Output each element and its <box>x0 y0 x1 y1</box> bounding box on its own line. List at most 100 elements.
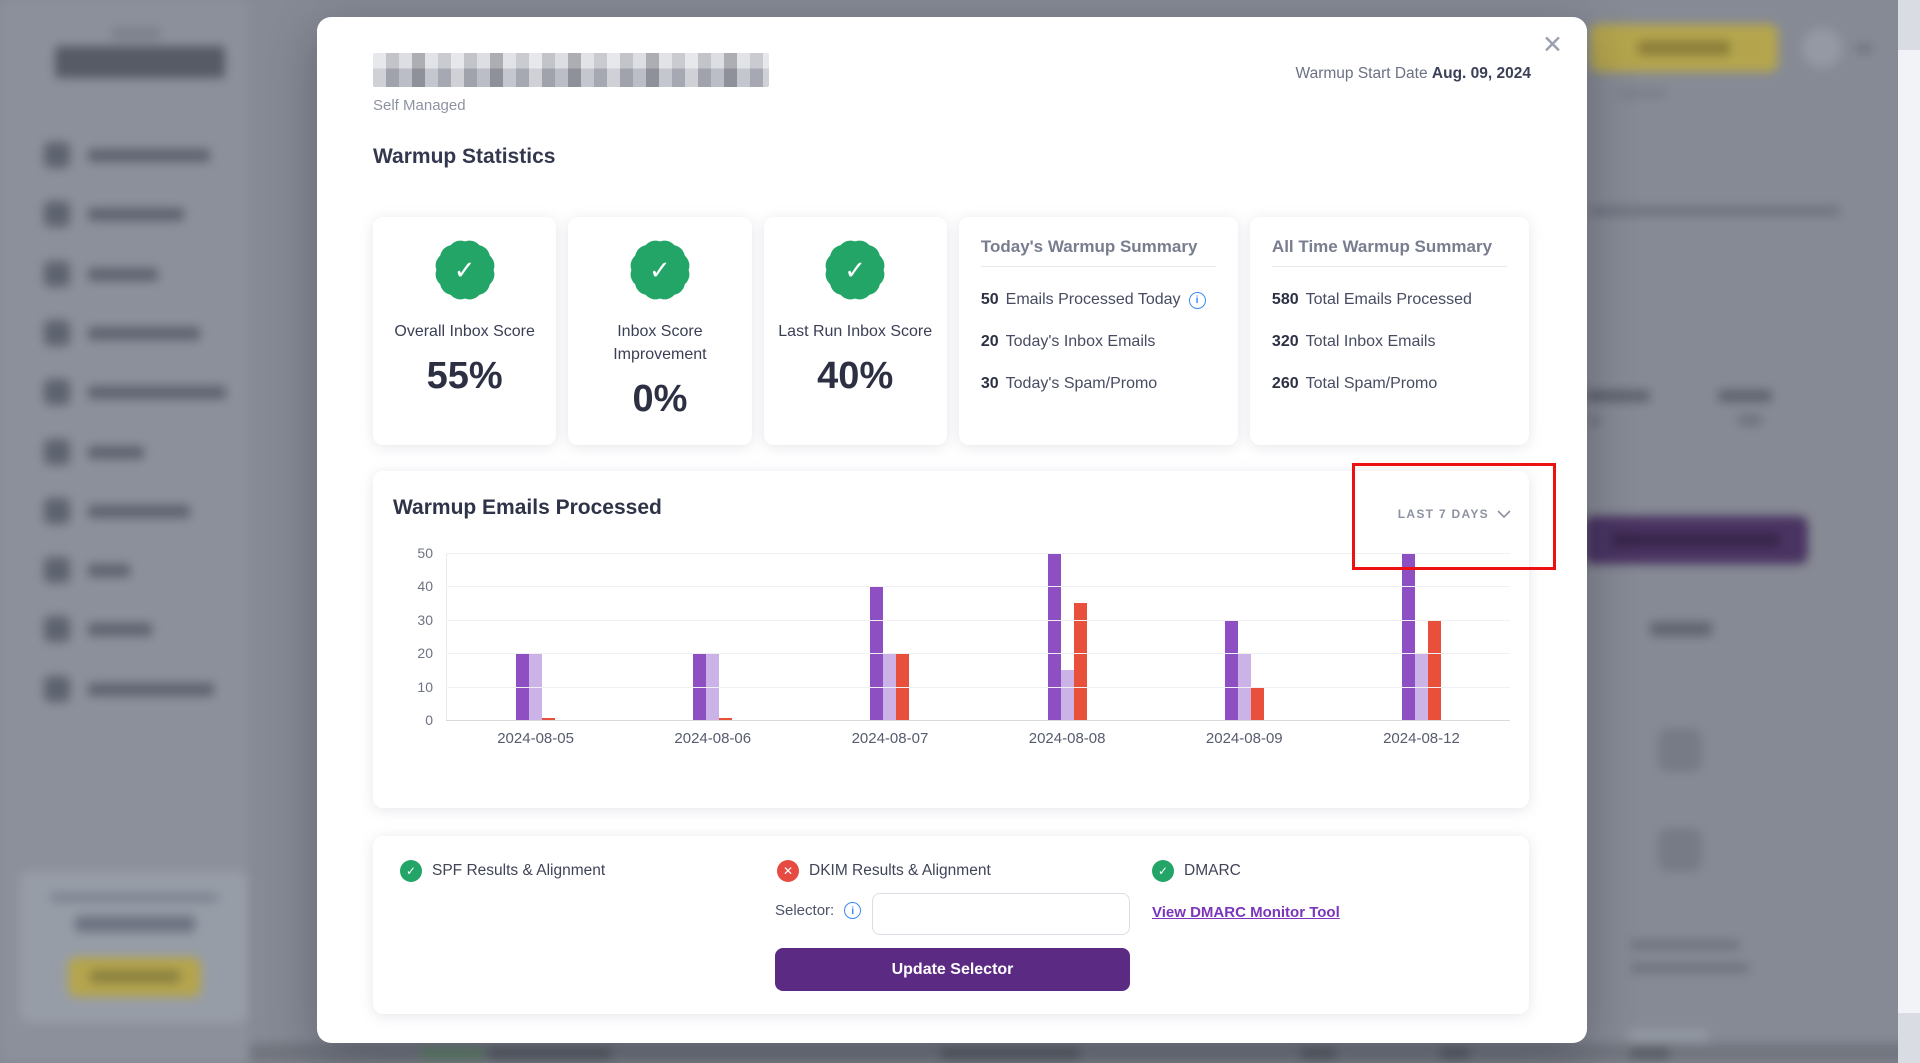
view-dmarc-monitor-tool-link[interactable]: View DMARC Monitor Tool <box>1152 904 1340 921</box>
sidebar-item-censored[interactable] <box>0 320 250 350</box>
info-icon[interactable]: i <box>844 902 861 919</box>
bar-group <box>447 553 624 720</box>
dkim-label: DKIM Results & Alignment <box>809 862 991 880</box>
score-card-overall: ✓ Overall Inbox Score 55% <box>373 217 556 445</box>
bar <box>1061 670 1074 720</box>
x-axis-labels: 2024-08-052024-08-062024-08-072024-08-08… <box>447 730 1510 747</box>
background-cell-censored <box>940 1048 1080 1059</box>
summary-value: 320 <box>1272 333 1299 351</box>
y-axis-tick: 0 <box>401 712 433 728</box>
plan-card-button-censored[interactable] <box>68 957 201 997</box>
summary-value: 260 <box>1272 375 1299 393</box>
email-auth-card: ✓ SPF Results & Alignment ✕ DKIM Results… <box>373 836 1529 1014</box>
y-axis-tick: 30 <box>401 612 433 628</box>
summary-item: 30 Today's Spam/Promo <box>981 375 1216 393</box>
sidebar-item-icon-censored <box>44 557 70 583</box>
verified-badge-icon: ✓ <box>827 242 883 298</box>
bar <box>1048 553 1061 720</box>
bar-group <box>1156 553 1333 720</box>
chart-title: Warmup Emails Processed <box>393 496 662 520</box>
bar-group <box>801 553 978 720</box>
score-label: Last Run Inbox Score <box>778 320 933 343</box>
dmarc-result: ✓ DMARC <box>1152 860 1241 882</box>
x-axis-label: 2024-08-12 <box>1333 730 1510 747</box>
info-icon[interactable]: i <box>1189 292 1206 309</box>
score-label: Inbox Score Improvement <box>582 320 737 366</box>
x-axis-label: 2024-08-09 <box>1156 730 1333 747</box>
topbar-text-censored <box>1617 88 1667 99</box>
sidebar-item-censored[interactable] <box>0 261 250 291</box>
sidebar-item-label-censored <box>88 386 226 399</box>
sidebar-item-label-censored <box>88 268 158 281</box>
background-column-header-censored <box>1586 390 1650 402</box>
verified-badge-icon: ✓ <box>632 242 688 298</box>
summary-label: Total Spam/Promo <box>1306 375 1438 393</box>
bar <box>1428 620 1441 720</box>
plan-card-text-censored <box>50 893 218 902</box>
avatar[interactable] <box>1802 28 1842 68</box>
summary-label: Emails Processed Today <box>1006 291 1181 309</box>
summary-item: 320 Total Inbox Emails <box>1272 333 1507 351</box>
summary-label: Today's Inbox Emails <box>1006 333 1156 351</box>
summary-value: 580 <box>1272 291 1299 309</box>
gridline <box>446 653 1510 654</box>
update-selector-button[interactable]: Update Selector <box>775 948 1130 991</box>
chevron-down-icon[interactable] <box>1856 44 1872 53</box>
summary-label: Total Inbox Emails <box>1306 333 1436 351</box>
warmup-statistics-modal: ✕ Self Managed Warmup Start Date Aug. 09… <box>317 17 1587 1043</box>
bar-groups <box>447 553 1510 720</box>
background-cell-censored <box>1300 1048 1336 1059</box>
close-icon[interactable]: ✕ <box>1542 33 1563 58</box>
x-axis-label: 2024-08-05 <box>447 730 624 747</box>
y-axis-tick: 40 <box>401 578 433 594</box>
sidebar-item-censored[interactable] <box>0 498 250 528</box>
warmup-account-button-censored[interactable] <box>1584 516 1808 564</box>
sidebar-item-icon-censored <box>44 142 70 168</box>
spf-label: SPF Results & Alignment <box>432 862 605 880</box>
summary-value: 50 <box>981 291 999 309</box>
warmup-start-date-value: Aug. 09, 2024 <box>1432 65 1531 82</box>
sidebar-item-censored[interactable] <box>0 557 250 587</box>
summary-item: 260 Total Spam/Promo <box>1272 375 1507 393</box>
verified-badge-icon: ✓ <box>437 242 493 298</box>
sidebar-item-label-censored <box>88 208 184 221</box>
sidebar-item-label-censored <box>88 327 200 340</box>
sidebar-item-icon-censored <box>44 379 70 405</box>
summary-item: 20 Today's Inbox Emails <box>981 333 1216 351</box>
bar-group <box>624 553 801 720</box>
cross-circle-icon: ✕ <box>777 860 799 882</box>
check-icon: ✓ <box>632 242 688 298</box>
spf-result: ✓ SPF Results & Alignment <box>400 860 605 882</box>
summary-item: 50 Emails Processed Today i <box>981 291 1216 309</box>
todays-warmup-summary-card: Today's Warmup Summary 50 Emails Process… <box>959 217 1238 445</box>
score-label: Overall Inbox Score <box>387 320 542 343</box>
background-value-censored <box>1588 416 1600 426</box>
warmup-start-date-label: Warmup Start Date <box>1296 65 1428 82</box>
status-icon-censored <box>1658 728 1702 772</box>
dmarc-label: DMARC <box>1184 862 1241 880</box>
gridline <box>446 586 1510 587</box>
app-logo <box>55 46 225 78</box>
sidebar-item-censored[interactable] <box>0 616 250 646</box>
page-scrollbar[interactable] <box>1898 0 1920 1063</box>
warmup-start-date: Warmup Start Date Aug. 09, 2024 <box>1296 65 1531 83</box>
gridline <box>446 553 1510 554</box>
section-title: Warmup Statistics <box>373 145 555 169</box>
selector-input[interactable] <box>872 893 1130 935</box>
sidebar <box>0 0 250 1063</box>
dkim-result: ✕ DKIM Results & Alignment <box>777 860 991 882</box>
chevron-down-icon <box>1497 510 1511 519</box>
sidebar-item-censored[interactable] <box>0 379 250 409</box>
sidebar-item-censored[interactable] <box>0 676 250 706</box>
sidebar-item-censored[interactable] <box>0 142 250 172</box>
bar-chart: 2024-08-052024-08-062024-08-072024-08-08… <box>401 553 1510 783</box>
sidebar-item-censored[interactable] <box>0 201 250 231</box>
summary-label: Today's Spam/Promo <box>1006 375 1158 393</box>
bar-group <box>1333 553 1510 720</box>
check-icon: ✓ <box>437 242 493 298</box>
sidebar-item-censored[interactable] <box>0 439 250 469</box>
chart-range-selector[interactable]: LAST 7 DAYS <box>1398 507 1511 521</box>
buy-credits-button-censored[interactable] <box>1590 24 1778 72</box>
sidebar-item-icon-censored <box>44 439 70 465</box>
plan-card-censored <box>20 872 248 1022</box>
